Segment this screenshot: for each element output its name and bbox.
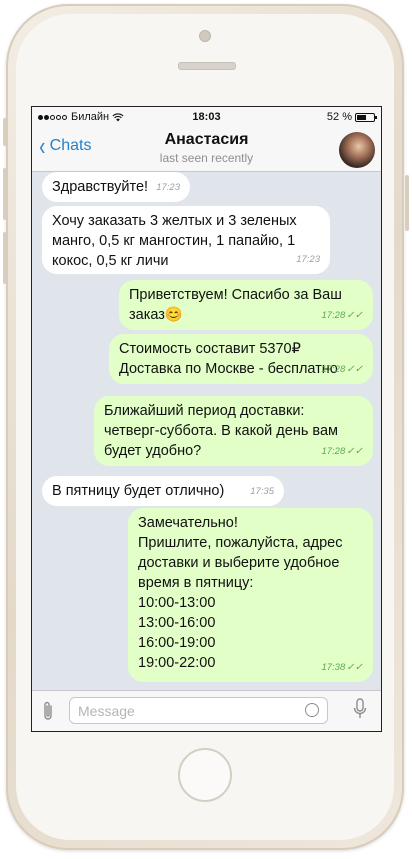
message-bubble[interactable]: Здравствуйте! 17:23 (42, 172, 190, 202)
message-input-field[interactable] (69, 697, 328, 724)
message-bubble[interactable]: Стоимость составит 5370₽ Доставка по Мос… (109, 334, 373, 384)
contact-name[interactable]: Анастасия (32, 131, 381, 149)
message-time: 17:28 (321, 310, 346, 321)
message-meta: 17:38✓✓ (321, 658, 363, 678)
read-ticks-icon: ✓✓ (346, 364, 363, 375)
message-text: Замечательно! Пришлите, пожалуйста, адре… (138, 515, 343, 671)
avatar[interactable] (339, 132, 375, 168)
battery-icon (355, 112, 377, 122)
message-text: В пятницу будет отлично) (52, 483, 225, 499)
last-seen-status: last seen recently (159, 151, 254, 165)
message-composer (32, 690, 381, 731)
message-meta: 17:28✓✓ (321, 360, 363, 380)
message-time: 17:23 (296, 254, 320, 265)
message-time: 17:23 (156, 182, 180, 193)
sticker-icon[interactable] (305, 703, 319, 717)
microphone-icon[interactable] (353, 698, 367, 722)
message-bubble[interactable]: Замечательно! Пришлите, пожалуйста, адре… (128, 508, 373, 682)
message-time: 17:38 (321, 662, 346, 673)
message-bubble[interactable]: Хочу заказать 3 желтых и 3 зеленых манго… (42, 206, 330, 274)
status-right: 52 % (326, 111, 377, 123)
power-button (405, 175, 409, 231)
message-bubble[interactable]: Приветствуем! Спасибо за Ваш заказ😊 17:2… (119, 280, 373, 330)
message-text: Стоимость составит 5370₽ Доставка по Мос… (119, 341, 338, 377)
read-ticks-icon: ✓✓ (346, 662, 363, 673)
message-text: Ближайший период доставки: четверг-суббо… (104, 403, 338, 459)
message-text: Здравствуйте! (52, 179, 149, 195)
chat-header: ‹ Chats Анастасия last seen recently (32, 127, 381, 172)
message-input[interactable] (70, 698, 306, 723)
front-camera (199, 30, 211, 42)
read-ticks-icon: ✓✓ (346, 446, 363, 457)
read-ticks-icon: ✓✓ (346, 310, 363, 321)
paperclip-icon[interactable] (40, 700, 56, 722)
message-text: Приветствуем! Спасибо за Ваш заказ😊 (129, 287, 342, 323)
message-bubble[interactable]: Ближайший период доставки: четверг-суббо… (94, 396, 373, 466)
message-time: 17:28 (321, 446, 346, 457)
battery-percent: 52 % (326, 111, 352, 123)
home-button[interactable] (178, 748, 232, 802)
mute-switch (3, 118, 7, 146)
message-meta: 17:28✓✓ (321, 306, 363, 326)
volume-down-button (3, 232, 7, 284)
screen: Билайн 18:03 52 % ‹ Chats Анастасия last… (31, 106, 382, 732)
message-time: 17:35 (250, 486, 274, 497)
earpiece-speaker (178, 62, 236, 70)
message-bubble[interactable]: В пятницу будет отлично) 17:35 (42, 476, 284, 506)
message-time: 17:28 (321, 364, 346, 375)
volume-up-button (3, 168, 7, 220)
message-text: Хочу заказать 3 желтых и 3 зеленых манго… (52, 213, 297, 269)
message-meta: 17:28✓✓ (321, 442, 363, 462)
status-bar: Билайн 18:03 52 % (32, 107, 381, 127)
message-list[interactable]: Здравствуйте! 17:23 Хочу заказать 3 желт… (32, 172, 381, 693)
